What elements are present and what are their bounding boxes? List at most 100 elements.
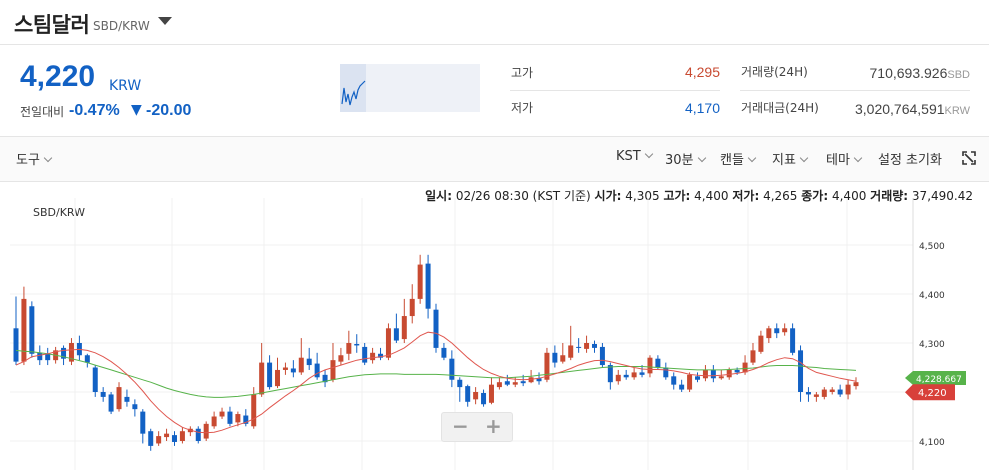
- candle-body: [298, 357, 304, 373]
- candle-body: [219, 411, 225, 417]
- candle-body: [84, 355, 90, 363]
- candle-body: [171, 435, 177, 442]
- candle-body: [591, 343, 597, 348]
- volume-label: 거래량(24H): [741, 65, 808, 79]
- zoom-in-button[interactable]: +: [485, 414, 502, 438]
- mini-sparkline-chart: [340, 64, 480, 112]
- candle-body: [441, 347, 447, 358]
- candle-body: [702, 369, 708, 379]
- coin-dropdown-caret-icon[interactable]: [158, 17, 172, 25]
- candle-body: [647, 357, 653, 374]
- candle-body: [639, 372, 645, 375]
- candle-body: [837, 389, 843, 395]
- candle-body: [615, 374, 621, 382]
- candle-body: [774, 328, 780, 334]
- candle-body: [282, 367, 288, 370]
- indicator-menu[interactable]: 지표: [772, 149, 809, 168]
- candle-body: [211, 416, 217, 427]
- tools-menu[interactable]: 도구: [16, 149, 53, 168]
- candle-body: [203, 423, 209, 439]
- timezone-menu[interactable]: KST: [616, 149, 653, 164]
- candle-body: [409, 298, 415, 317]
- candle-body: [481, 392, 487, 405]
- candle-body: [45, 353, 51, 361]
- candle-body: [13, 328, 19, 362]
- candle-body: [164, 433, 170, 438]
- candle-body: [710, 369, 716, 379]
- candle-body: [552, 352, 558, 363]
- change-label: 전일대비: [20, 105, 65, 119]
- indicator-label: 지표: [772, 153, 796, 168]
- candle-body: [687, 374, 693, 390]
- zoom-out-button[interactable]: −: [452, 414, 469, 438]
- stats-divider-2: [740, 90, 970, 91]
- candle-body: [330, 360, 336, 380]
- candle-body: [655, 358, 661, 368]
- candle-body: [195, 428, 201, 441]
- coin-name[interactable]: 스팀달러: [14, 9, 90, 39]
- candle-body: [156, 436, 162, 444]
- candle-body: [140, 411, 146, 434]
- reset-settings-button[interactable]: 설정 초기화: [878, 149, 942, 168]
- chevron-down-icon: [747, 153, 757, 163]
- theme-menu[interactable]: 테마: [826, 149, 863, 168]
- y-tick-label: 4,300: [919, 340, 945, 350]
- candle-label: 캔들: [720, 153, 744, 168]
- coin-pair: SBD/KRW: [93, 19, 150, 33]
- candle-body: [845, 384, 851, 395]
- volume-value-group: 710,693.926SBD: [800, 65, 970, 81]
- candle-body: [338, 355, 344, 362]
- candle-body: [631, 372, 637, 378]
- candle-body: [782, 328, 788, 333]
- interval-menu[interactable]: 30분: [665, 149, 706, 168]
- candle-body: [805, 392, 811, 395]
- price-unit: KRW: [109, 78, 142, 94]
- y-tick-label: 4,100: [919, 438, 945, 448]
- candle-body: [465, 386, 471, 402]
- fullscreen-icon[interactable]: [962, 150, 976, 165]
- candle-body: [576, 346, 582, 348]
- last-price-tag-label: 4,220: [918, 388, 947, 399]
- candle-body: [473, 392, 479, 400]
- low-value: 4,170: [684, 100, 720, 116]
- high-value: 4,295: [684, 64, 720, 80]
- candle-body: [457, 379, 463, 388]
- timezone-label: KST: [616, 149, 641, 164]
- sparkline-svg: [340, 64, 366, 112]
- candle-body: [568, 345, 574, 358]
- candle-body: [671, 376, 677, 385]
- candle-body: [607, 365, 613, 383]
- candle-body: [267, 362, 273, 388]
- candle-body: [417, 264, 423, 299]
- candle-body: [259, 362, 265, 395]
- candle-body: [132, 404, 138, 410]
- amount-unit: KRW: [944, 105, 970, 117]
- candle-body: [853, 382, 859, 387]
- down-arrow-icon: ▼: [131, 102, 142, 118]
- candle-body: [433, 309, 439, 348]
- candle-body: [758, 335, 764, 352]
- candle-body: [734, 369, 740, 373]
- candle-body: [488, 384, 494, 403]
- candle-body: [29, 306, 35, 354]
- candle-menu[interactable]: 캔들: [720, 149, 757, 168]
- chevron-down-icon: [644, 149, 653, 159]
- candle-body: [116, 387, 122, 410]
- candle-body: [385, 328, 391, 358]
- candle-body: [425, 263, 431, 309]
- candle-body: [37, 352, 43, 361]
- candle-body: [718, 376, 724, 379]
- volume-unit: SBD: [947, 69, 970, 81]
- candle-body: [354, 343, 360, 346]
- candle-body: [227, 411, 233, 424]
- amount-value: 3,020,764,591: [855, 101, 945, 117]
- candle-body: [504, 381, 510, 385]
- candle-body: [496, 382, 502, 388]
- candle-body: [512, 382, 518, 385]
- zoom-control: − +: [441, 412, 513, 442]
- candle-body: [370, 352, 376, 361]
- candle-body: [829, 389, 835, 392]
- tools-label: 도구: [16, 153, 40, 168]
- candle-body: [679, 384, 685, 390]
- candle-body: [584, 343, 590, 349]
